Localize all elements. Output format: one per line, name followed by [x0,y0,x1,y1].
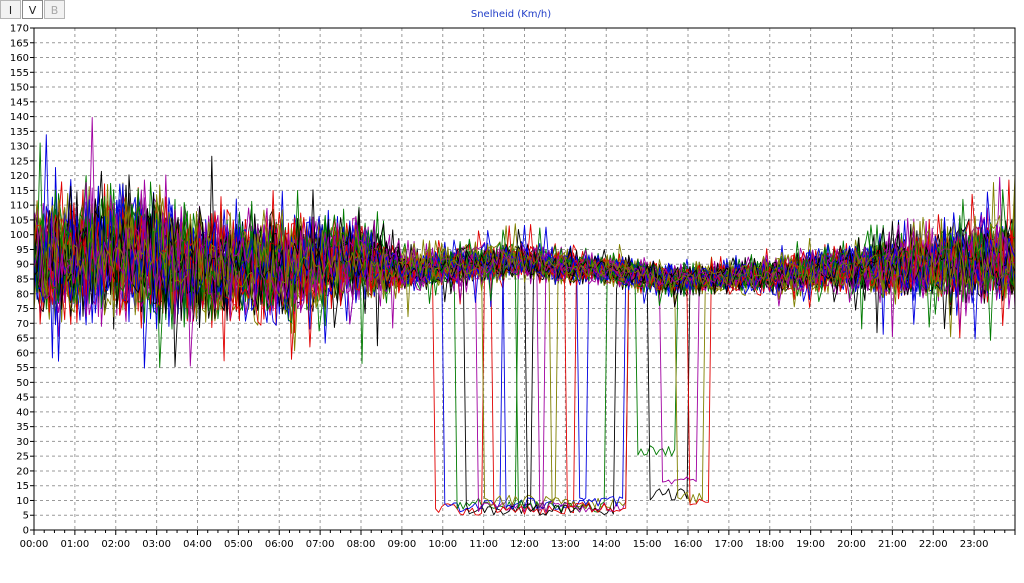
x-tick-label: 14:00 [592,539,621,550]
y-tick-label: 10 [16,496,29,507]
x-tick-label: 23:00 [960,539,989,550]
x-tick-label: 02:00 [101,539,130,550]
x-tick-label: 04:00 [183,539,212,550]
y-tick-label: 145 [10,97,29,108]
y-tick-label: 155 [10,68,29,79]
x-tick-label: 07:00 [306,539,335,550]
y-tick-label: 115 [10,186,29,197]
y-tick-label: 105 [10,215,29,226]
y-tick-label: 65 [16,334,29,345]
y-tick-label: 85 [16,275,29,286]
y-tick-label: 110 [10,201,29,212]
y-tick-label: 125 [10,156,29,167]
x-tick-label: 17:00 [714,539,743,550]
x-axis: 00:00 01:00 02:00 03:00 04:00 05:00 06:00 07:00… [20,530,1016,550]
x-tick-label: 18:00 [755,539,784,550]
y-tick-label: 100 [10,230,29,241]
y-tick-label: 55 [16,363,29,374]
y-axis: 0 5 10 15 20 25 30 35 40 45 50 55 60 65 70 75 80 85 90 95 10… [10,24,34,537]
x-tick-label: 12:00 [510,539,539,550]
x-tick-label: 06:00 [265,539,294,550]
x-tick-label: 15:00 [633,539,662,550]
y-tick-label: 140 [10,112,29,123]
x-tick-label: 00:00 [20,539,49,550]
y-tick-label: 15 [16,481,29,492]
y-tick-label: 45 [16,393,29,404]
y-tick-label: 130 [10,142,29,153]
y-tick-label: 20 [16,466,29,477]
y-tick-label: 90 [16,260,29,271]
y-tick-label: 160 [10,53,29,64]
y-tick-label: 0 [23,526,29,537]
y-tick-label: 75 [16,304,29,315]
chart-title: Snelheid (Km/h) [471,9,551,20]
x-tick-label: 11:00 [469,539,498,550]
y-tick-label: 5 [23,511,29,522]
y-tick-label: 135 [10,127,29,138]
y-tick-label: 150 [10,83,29,94]
x-tick-label: 10:00 [428,539,457,550]
y-tick-label: 120 [10,171,29,182]
x-tick-label: 16:00 [674,539,703,550]
toolbar-button-b[interactable]: B [44,0,65,19]
y-tick-label: 35 [16,422,29,433]
speed-chart: Snelheid (Km/h) 0 5 10 15 20 25 30 35 40 45 50 55 60… [10,9,1016,550]
toolbar-button-i[interactable]: I [0,0,21,19]
y-tick-label: 60 [16,348,29,359]
x-tick-label: 01:00 [60,539,89,550]
x-tick-label: 21:00 [878,539,907,550]
y-tick-label: 30 [16,437,29,448]
x-tick-label: 03:00 [142,539,171,550]
y-tick-label: 80 [16,289,29,300]
x-tick-label: 19:00 [796,539,825,550]
y-tick-label: 165 [10,38,29,49]
toolbar-button-v[interactable]: V [22,0,43,19]
x-tick-label: 13:00 [551,539,580,550]
y-tick-label: 70 [16,319,29,330]
x-tick-label: 05:00 [224,539,253,550]
y-tick-label: 170 [10,24,29,35]
chart-toolbar: I V B [0,0,66,20]
y-tick-label: 95 [16,245,29,256]
x-tick-label: 09:00 [387,539,416,550]
y-tick-label: 25 [16,452,29,463]
x-tick-label: 22:00 [919,539,948,550]
x-tick-label: 08:00 [347,539,376,550]
y-tick-label: 40 [16,407,29,418]
x-tick-label: 20:00 [837,539,866,550]
y-tick-label: 50 [16,378,29,389]
